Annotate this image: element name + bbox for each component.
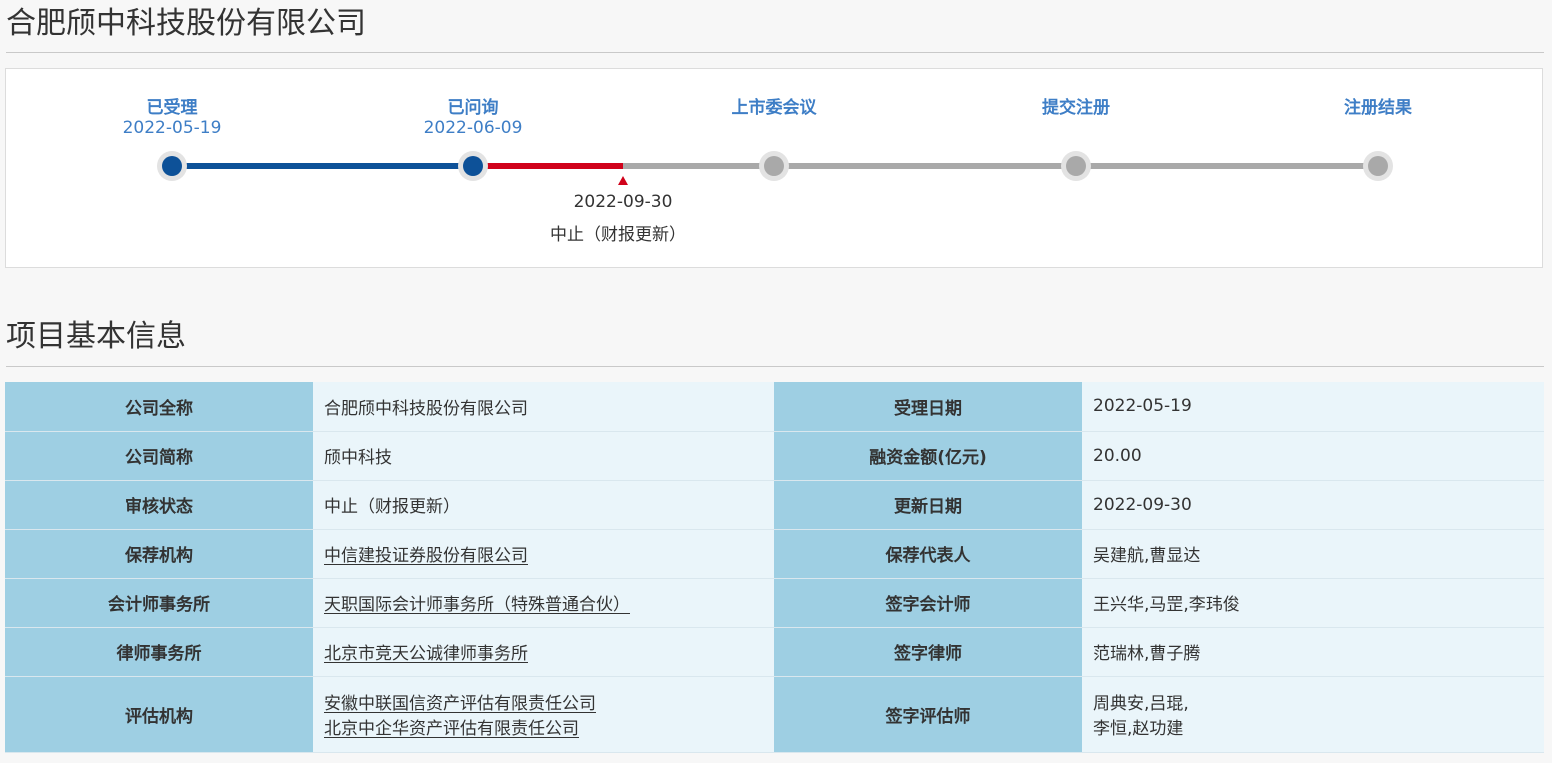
field-label: 公司全称 bbox=[5, 382, 313, 432]
current-date: 2022-09-30 bbox=[573, 192, 673, 212]
org-link[interactable]: 天职国际会计师事务所（特殊普通合伙） bbox=[324, 590, 763, 615]
step-dot-5 bbox=[1368, 156, 1388, 176]
company-title: 合肥颀中科技股份有限公司 bbox=[6, 6, 366, 41]
field-value: 中信建投证券股份有限公司 bbox=[313, 529, 774, 579]
current-position-marker-icon bbox=[618, 176, 628, 185]
step-name-2: 已问询 bbox=[447, 98, 499, 118]
step-node-3 bbox=[759, 151, 789, 181]
table-row: 公司简称 颀中科技 融资金额(亿元) 20.00 bbox=[5, 431, 1544, 481]
field-label: 律师事务所 bbox=[5, 627, 313, 677]
step-name-3: 上市委会议 bbox=[731, 98, 817, 118]
cell-text: 周典安,吕琨, bbox=[1093, 694, 1189, 714]
field-value: 吴建航,曹显达 bbox=[1082, 529, 1544, 579]
field-label: 签字律师 bbox=[774, 627, 1082, 677]
field-value: 2022-05-19 bbox=[1082, 382, 1544, 432]
table-row: 审核状态 中止（财报更新） 更新日期 2022-09-30 bbox=[5, 480, 1544, 530]
step-date-2: 2022-06-09 bbox=[423, 118, 523, 138]
cell-text: 2022-05-19 bbox=[1093, 396, 1192, 417]
field-label: 更新日期 bbox=[774, 480, 1082, 530]
field-label: 保荐代表人 bbox=[774, 529, 1082, 579]
track-current bbox=[473, 163, 623, 169]
field-label: 签字会计师 bbox=[774, 578, 1082, 628]
cell-text: 吴建航,曹显达 bbox=[1093, 546, 1201, 566]
step-name-5: 注册结果 bbox=[1344, 98, 1412, 118]
field-label: 审核状态 bbox=[5, 480, 313, 530]
cell-text: 中止（财报更新） bbox=[324, 497, 460, 517]
cell-text: 20.00 bbox=[1093, 445, 1142, 466]
table-row: 评估机构 安徽中联国信资产评估有限责任公司 北京中企华资产评估有限责任公司 签字评估师… bbox=[5, 676, 1544, 753]
title-divider bbox=[6, 52, 1544, 53]
step-dot-2 bbox=[463, 156, 483, 176]
field-value: 范瑞林,曹子腾 bbox=[1082, 627, 1544, 677]
field-value: 颀中科技 bbox=[313, 431, 774, 481]
field-value: 安徽中联国信资产评估有限责任公司 北京中企华资产评估有限责任公司 bbox=[313, 676, 774, 753]
table-row: 律师事务所 北京市竞天公诚律师事务所 签字律师 范瑞林,曹子腾 bbox=[5, 627, 1544, 677]
org-link[interactable]: 安徽中联国信资产评估有限责任公司 bbox=[324, 689, 763, 714]
step-dot-1 bbox=[162, 156, 182, 176]
field-value: 北京市竞天公诚律师事务所 bbox=[313, 627, 774, 677]
cell-text: 颀中科技 bbox=[324, 448, 392, 468]
step-dot-4 bbox=[1066, 156, 1086, 176]
step-node-4 bbox=[1061, 151, 1091, 181]
field-value: 天职国际会计师事务所（特殊普通合伙） bbox=[313, 578, 774, 628]
step-node-2 bbox=[458, 151, 488, 181]
track-done bbox=[172, 163, 473, 169]
field-value: 中止（财报更新） bbox=[313, 480, 774, 530]
step-name-4: 提交注册 bbox=[1042, 98, 1110, 118]
table-row: 保荐机构 中信建投证券股份有限公司 保荐代表人 吴建航,曹显达 bbox=[5, 529, 1544, 579]
org-link[interactable]: 中信建投证券股份有限公司 bbox=[324, 541, 763, 566]
field-label: 公司简称 bbox=[5, 431, 313, 481]
cell-text: 范瑞林,曹子腾 bbox=[1093, 644, 1201, 664]
cell-text: 2022-09-30 bbox=[1093, 494, 1192, 515]
step-node-1 bbox=[157, 151, 187, 181]
section-divider bbox=[6, 366, 1544, 367]
org-link[interactable]: 北京中企华资产评估有限责任公司 bbox=[324, 714, 763, 739]
table-row: 会计师事务所 天职国际会计师事务所（特殊普通合伙） 签字会计师 王兴华,马罡,李玮俊 bbox=[5, 578, 1544, 628]
field-value: 2022-09-30 bbox=[1082, 480, 1544, 530]
field-value: 周典安,吕琨, 李恒,赵功建 bbox=[1082, 676, 1544, 753]
progress-panel: 已受理 2022-05-19 已问询 2022-06-09 上市委会议 提交注册 注册结果 2… bbox=[5, 68, 1543, 268]
section-title: 项目基本信息 bbox=[6, 319, 186, 354]
table-row: 公司全称 合肥颀中科技股份有限公司 受理日期 2022-05-19 bbox=[5, 382, 1544, 432]
field-label: 受理日期 bbox=[774, 382, 1082, 432]
cell-text: 合肥颀中科技股份有限公司 bbox=[324, 398, 528, 419]
info-table: 公司全称 合肥颀中科技股份有限公司 受理日期 2022-05-19 公司简称 颀中科技 融资… bbox=[5, 382, 1544, 753]
field-label: 签字评估师 bbox=[774, 676, 1082, 753]
field-label: 评估机构 bbox=[5, 676, 313, 753]
cell-text: 王兴华,马罡,李玮俊 bbox=[1093, 595, 1240, 615]
field-label: 融资金额(亿元) bbox=[774, 431, 1082, 481]
field-value: 王兴华,马罡,李玮俊 bbox=[1082, 578, 1544, 628]
field-label: 会计师事务所 bbox=[5, 578, 313, 628]
step-dot-3 bbox=[764, 156, 784, 176]
field-value: 合肥颀中科技股份有限公司 bbox=[313, 382, 774, 432]
step-name-1: 已受理 bbox=[146, 98, 198, 118]
step-node-5 bbox=[1363, 151, 1393, 181]
cell-text: 李恒,赵功建 bbox=[1093, 719, 1184, 739]
step-date-1: 2022-05-19 bbox=[122, 118, 222, 138]
current-status: 中止（财报更新） bbox=[550, 225, 686, 245]
field-value: 20.00 bbox=[1082, 431, 1544, 481]
field-label: 保荐机构 bbox=[5, 529, 313, 579]
org-link[interactable]: 北京市竞天公诚律师事务所 bbox=[324, 639, 763, 664]
track-pending bbox=[623, 163, 1378, 169]
